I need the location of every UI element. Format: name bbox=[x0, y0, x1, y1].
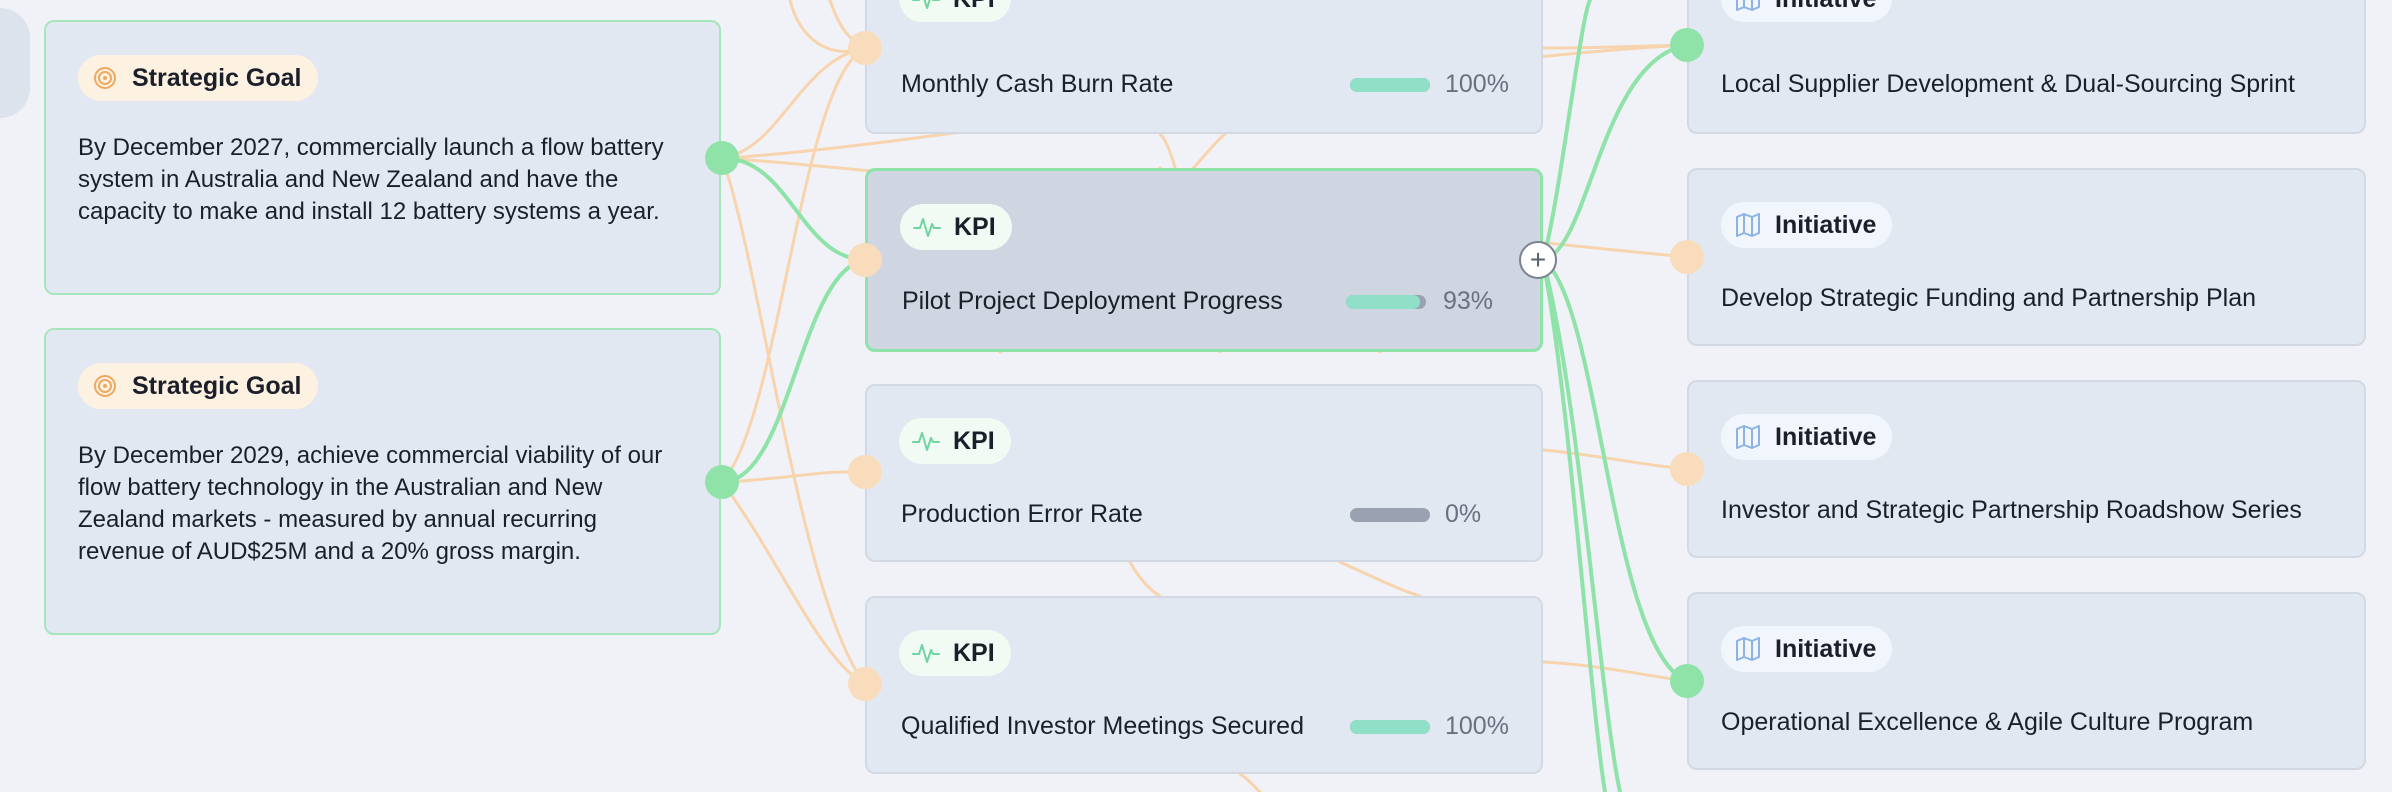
orange-edge bbox=[720, 470, 867, 484]
kpi-progress-fill bbox=[1350, 78, 1430, 92]
plus-icon: + bbox=[1529, 244, 1547, 275]
initiative-badge-label: Initiative bbox=[1775, 210, 1877, 239]
strategic-goal-text: By December 2029, achieve commercial via… bbox=[78, 442, 663, 565]
orange-edge bbox=[720, 46, 867, 484]
map-icon bbox=[1733, 422, 1763, 452]
orange-edge bbox=[720, 46, 867, 160]
kpi-card-selected[interactable]: KPI Pilot Project Deployment Progress 93… bbox=[865, 168, 1543, 352]
orange-edge bbox=[720, 480, 867, 686]
strategic-goal-badge-label: Strategic Goal bbox=[132, 371, 302, 400]
map-icon bbox=[1733, 210, 1763, 240]
kpi-input-handle[interactable] bbox=[848, 455, 882, 489]
kpi-progress-bar bbox=[1346, 295, 1426, 309]
strategic-goal-badge: Strategic Goal bbox=[78, 363, 318, 409]
kpi-card[interactable]: KPI Production Error Rate 0% bbox=[865, 384, 1543, 562]
green-edge bbox=[1541, 258, 1689, 683]
target-icon bbox=[90, 371, 120, 401]
initiative-card[interactable]: Initiative Investor and Strategic Partne… bbox=[1687, 380, 2366, 558]
initiative-badge: Initiative bbox=[1721, 202, 1893, 248]
kpi-badge: KPI bbox=[899, 0, 1011, 22]
strategic-goal-badge-label: Strategic Goal bbox=[132, 63, 302, 92]
orange-edge bbox=[1128, 560, 1162, 598]
initiative-card[interactable]: Initiative Operational Excellence & Agil… bbox=[1687, 592, 2366, 770]
initiative-title: Operational Excellence & Agile Culture P… bbox=[1721, 708, 2254, 736]
orange-edge bbox=[1541, 660, 1689, 683]
kpi-badge: KPI bbox=[899, 630, 1011, 676]
target-icon bbox=[90, 63, 120, 93]
initiative-title: Local Supplier Development & Dual-Sourci… bbox=[1721, 70, 2295, 98]
green-edge bbox=[1541, 0, 1592, 262]
kpi-progress-label: 100% bbox=[1445, 712, 1509, 740]
initiative-title: Investor and Strategic Partnership Roads… bbox=[1721, 496, 2302, 524]
kpi-progress-bar bbox=[1350, 78, 1430, 92]
strategy-map-canvas[interactable]: Strategic Goal By December 2027, commerc… bbox=[0, 0, 2392, 792]
orange-edge bbox=[1541, 448, 1689, 471]
initiative-card[interactable]: Initiative Local Supplier Development & … bbox=[1687, 0, 2366, 134]
kpi-progress-fill bbox=[1350, 720, 1430, 734]
pulse-icon bbox=[911, 638, 941, 668]
kpi-progress-label: 0% bbox=[1445, 500, 1482, 528]
kpi-input-handle[interactable] bbox=[848, 243, 882, 277]
initiative-title: Develop Strategic Funding and Partnershi… bbox=[1721, 284, 2257, 312]
orange-edge bbox=[1238, 772, 1262, 792]
initiative-badge: Initiative bbox=[1721, 626, 1893, 672]
goal-output-handle[interactable] bbox=[705, 141, 739, 175]
kpi-badge-label: KPI bbox=[953, 638, 995, 667]
kpi-title: Pilot Project Deployment Progress bbox=[902, 287, 1283, 315]
initiative-card[interactable]: Initiative Develop Strategic Funding and… bbox=[1687, 168, 2366, 346]
initiative-input-handle[interactable] bbox=[1670, 452, 1704, 486]
kpi-input-handle[interactable] bbox=[848, 667, 882, 701]
collapse-panel-button[interactable] bbox=[0, 8, 30, 118]
kpi-progress-label: 100% bbox=[1445, 70, 1509, 98]
pulse-icon bbox=[912, 212, 942, 242]
strategic-goal-card[interactable]: Strategic Goal By December 2027, commerc… bbox=[44, 20, 721, 295]
orange-edge bbox=[1541, 43, 1689, 50]
kpi-progress-bar bbox=[1350, 720, 1430, 734]
initiative-badge: Initiative bbox=[1721, 414, 1893, 460]
initiative-badge-label: Initiative bbox=[1775, 422, 1877, 451]
kpi-title: Production Error Rate bbox=[901, 500, 1143, 528]
kpi-card[interactable]: KPI Monthly Cash Burn Rate 100% bbox=[865, 0, 1543, 134]
initiative-badge-label: Initiative bbox=[1775, 634, 1877, 663]
kpi-badge: KPI bbox=[900, 204, 1012, 250]
kpi-card[interactable]: KPI Qualified Investor Meetings Secured … bbox=[865, 596, 1543, 774]
initiative-input-handle[interactable] bbox=[1670, 664, 1704, 698]
initiative-input-handle[interactable] bbox=[1670, 240, 1704, 274]
green-edge bbox=[1541, 258, 1607, 792]
kpi-title: Qualified Investor Meetings Secured bbox=[901, 712, 1304, 740]
map-icon bbox=[1733, 0, 1763, 14]
green-edge bbox=[720, 258, 867, 484]
kpi-badge-label: KPI bbox=[953, 426, 995, 455]
kpi-badge-label: KPI bbox=[953, 0, 995, 14]
kpi-input-handle[interactable] bbox=[848, 31, 882, 65]
green-edge bbox=[1541, 43, 1689, 262]
orange-edge bbox=[720, 156, 867, 686]
kpi-title: Monthly Cash Burn Rate bbox=[901, 70, 1174, 98]
pulse-icon bbox=[911, 0, 941, 14]
kpi-badge: KPI bbox=[899, 418, 1011, 464]
green-edge bbox=[1541, 258, 1622, 792]
initiative-badge: Initiative bbox=[1721, 0, 1893, 22]
add-connection-button[interactable]: + bbox=[1519, 241, 1557, 279]
strategic-goal-badge: Strategic Goal bbox=[78, 55, 318, 101]
initiative-input-handle[interactable] bbox=[1670, 28, 1704, 62]
strategic-goal-text: By December 2027, commercially launch a … bbox=[78, 134, 664, 225]
kpi-badge-label: KPI bbox=[954, 212, 996, 241]
kpi-progress-label: 93% bbox=[1443, 287, 1494, 315]
strategic-goal-card[interactable]: Strategic Goal By December 2029, achieve… bbox=[44, 328, 721, 635]
map-icon bbox=[1733, 634, 1763, 664]
kpi-progress-bar bbox=[1350, 508, 1430, 522]
green-edge bbox=[720, 156, 867, 262]
goal-output-handle[interactable] bbox=[705, 465, 739, 499]
initiative-badge-label: Initiative bbox=[1775, 0, 1876, 14]
pulse-icon bbox=[911, 426, 941, 456]
kpi-progress-fill bbox=[1346, 295, 1421, 309]
orange-edge bbox=[1338, 560, 1422, 598]
